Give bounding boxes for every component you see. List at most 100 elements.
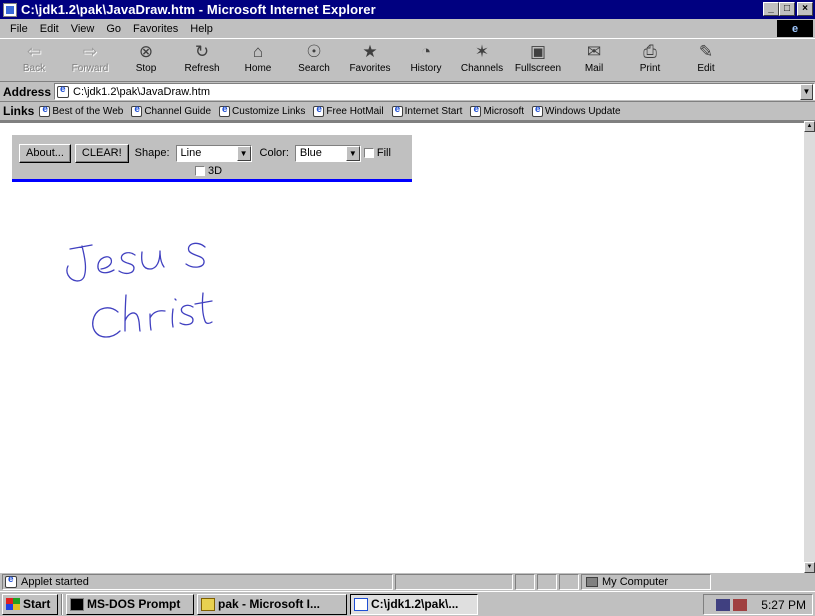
link-icon — [532, 104, 544, 117]
menu-file[interactable]: File — [4, 23, 34, 35]
title-bar[interactable]: C:\jdk1.2\pak\JavaDraw.htm - Microsoft I… — [0, 0, 815, 19]
ie-app-icon[interactable] — [3, 2, 17, 17]
chevron-down-icon[interactable]: ▼ — [236, 145, 251, 161]
link-customize-links[interactable]: Customize Links — [219, 104, 305, 117]
stroke-letter-e — [97, 256, 115, 274]
link-label: Best of the Web — [52, 105, 124, 117]
stop-icon: ⊗ — [138, 42, 154, 61]
ie-throbber-logo: e — [777, 20, 813, 37]
stop-button[interactable]: ⊗ Stop — [118, 39, 174, 81]
computer-icon — [586, 577, 598, 587]
scroll-down-arrow[interactable]: ▼ — [804, 562, 815, 573]
taskbar-button-label: pak - Microsoft I... — [218, 597, 321, 611]
3d-checkbox[interactable] — [195, 165, 205, 176]
link-icon — [391, 104, 403, 117]
volume-icon[interactable] — [733, 598, 748, 611]
address-dropdown-button[interactable]: ▼ — [800, 84, 813, 100]
address-input[interactable]: C:\jdk1.2\pak\JavaDraw.htm — [54, 83, 815, 100]
taskbar-button-explorer[interactable]: pak - Microsoft I... — [197, 593, 347, 615]
menu-help[interactable]: Help — [184, 23, 219, 35]
menu-view[interactable]: View — [65, 23, 101, 35]
home-button[interactable]: ⌂ Home — [230, 39, 286, 81]
taskbar: Start MS-DOS Prompt pak - Microsoft I...… — [0, 591, 815, 616]
folder-icon — [201, 597, 215, 611]
edit-label: Edit — [697, 63, 715, 74]
search-button[interactable]: ☉ Search — [286, 39, 342, 81]
close-button[interactable]: × — [797, 2, 813, 16]
link-icon — [39, 104, 51, 117]
stroke-letter-u — [141, 250, 165, 270]
msdos-icon — [70, 597, 84, 611]
stroke-letter-h — [124, 294, 141, 332]
vertical-scrollbar[interactable]: ▲ ▼ — [804, 121, 815, 573]
link-internet-start[interactable]: Internet Start — [391, 104, 463, 117]
channels-button[interactable]: ✶ Channels — [454, 39, 510, 81]
link-channel-guide[interactable]: Channel Guide — [131, 104, 211, 117]
chevron-down-icon[interactable]: ▼ — [345, 145, 360, 161]
drawing-canvas[interactable] — [0, 123, 804, 575]
shape-select[interactable]: Line ▼ — [175, 144, 252, 162]
link-label: Internet Start — [404, 105, 463, 117]
scroll-up-arrow[interactable]: ▲ — [804, 121, 815, 132]
security-zone-panel: My Computer — [581, 574, 711, 590]
forward-arrow-icon: ⇨ — [82, 42, 98, 61]
menu-favorites[interactable]: Favorites — [127, 23, 184, 35]
window-title: C:\jdk1.2\pak\JavaDraw.htm - Microsoft I… — [21, 2, 376, 17]
favorites-button[interactable]: ★ Favorites — [342, 39, 398, 81]
refresh-icon: ↻ — [194, 42, 210, 61]
menu-go[interactable]: Go — [100, 23, 127, 35]
start-label: Start — [23, 597, 51, 611]
address-value: C:\jdk1.2\pak\JavaDraw.htm — [73, 85, 210, 98]
back-button[interactable]: ⇦ Back — [6, 39, 62, 81]
refresh-button[interactable]: ↻ Refresh — [174, 39, 230, 81]
print-button[interactable]: ⎙ Print — [622, 39, 678, 81]
taskbar-button-ie[interactable]: C:\jdk1.2\pak\... — [350, 593, 478, 615]
taskbar-button-label: C:\jdk1.2\pak\... — [371, 597, 459, 611]
about-button[interactable]: About... — [19, 143, 71, 163]
status-text-panel: Applet started — [2, 574, 393, 590]
forward-button[interactable]: ⇨ Forward — [62, 39, 118, 81]
mail-button[interactable]: ✉ Mail — [566, 39, 622, 81]
clock[interactable]: 5:27 PM — [761, 598, 806, 612]
channels-icon: ✶ — [474, 42, 490, 61]
menu-edit[interactable]: Edit — [34, 23, 65, 35]
link-windows-update[interactable]: Windows Update — [532, 104, 621, 117]
print-icon: ⎙ — [643, 42, 657, 61]
back-arrow-icon: ⇦ — [26, 42, 42, 61]
start-button[interactable]: Start — [2, 593, 58, 615]
maximize-button[interactable]: □ — [779, 2, 795, 16]
status-progress-panel — [395, 574, 513, 590]
color-select[interactable]: Blue ▼ — [294, 144, 361, 162]
taskbar-separator — [61, 593, 63, 615]
link-icon — [470, 104, 482, 117]
fullscreen-button[interactable]: ▣ Fullscreen — [510, 39, 566, 81]
links-bar: Links Best of the Web Channel Guide Cust… — [0, 102, 815, 121]
fill-checkbox[interactable] — [363, 148, 374, 158]
fullscreen-label: Fullscreen — [514, 63, 562, 74]
link-best-of-the-web[interactable]: Best of the Web — [39, 104, 124, 117]
network-icon[interactable] — [716, 598, 731, 611]
windows-logo-icon — [6, 598, 20, 610]
history-button[interactable]: ◔ History — [398, 39, 454, 81]
status-bar: Applet started My Computer — [0, 573, 815, 591]
javadraw-applet-panel: About... CLEAR! Shape: Line ▼ Color: Blu… — [12, 135, 412, 182]
status-extra-panel — [559, 574, 579, 590]
stroke-letter-J — [66, 244, 93, 282]
search-label: Search — [298, 63, 330, 74]
clear-button[interactable]: CLEAR! — [74, 143, 129, 163]
system-tray: 5:27 PM — [703, 594, 813, 615]
links-label: Links — [3, 104, 35, 118]
stroke-letter-t — [194, 292, 213, 325]
taskbar-button-msdos[interactable]: MS-DOS Prompt — [66, 593, 194, 615]
edit-button[interactable]: ✎ Edit — [678, 39, 734, 81]
link-label: Microsoft — [483, 105, 525, 117]
minimize-button[interactable]: _ — [763, 2, 779, 16]
standard-toolbar: ⇦ Back ⇨ Forward ⊗ Stop ↻ Refresh ⌂ Home… — [0, 38, 815, 82]
fill-label: Fill — [376, 147, 391, 159]
ie-icon — [354, 597, 368, 611]
link-microsoft[interactable]: Microsoft — [470, 104, 525, 117]
link-icon — [313, 104, 325, 117]
refresh-label: Refresh — [184, 63, 220, 74]
link-free-hotmail[interactable]: Free HotMail — [313, 104, 384, 117]
edit-icon: ✎ — [698, 42, 714, 61]
